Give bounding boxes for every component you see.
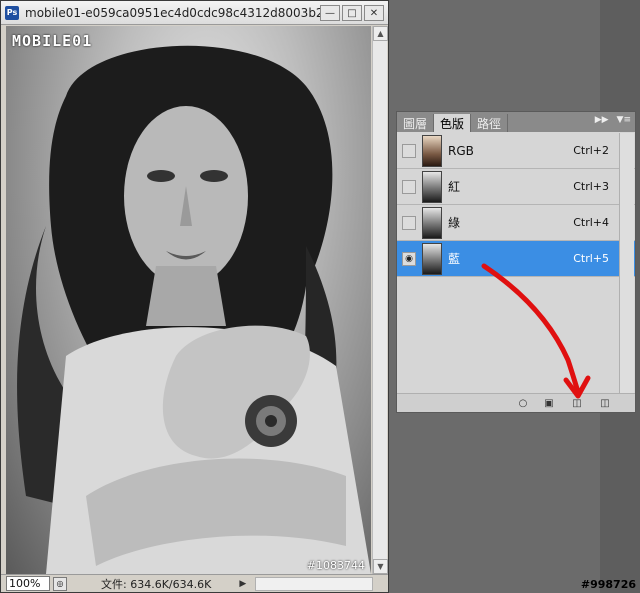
trash-icon: ◫	[600, 397, 610, 409]
corner-watermark: #998726	[580, 578, 636, 591]
close-icon: ✕	[369, 7, 379, 19]
scroll-down-button[interactable]: ▼	[373, 559, 388, 574]
arrow-down-icon: ▼	[377, 562, 384, 571]
channel-name: 紅	[448, 180, 461, 194]
scroll-up-button[interactable]: ▲	[373, 26, 388, 41]
document-size-info: 文件: 634.6K/634.6K	[101, 577, 212, 591]
document-titlebar[interactable]: Ps mobile01-e059ca0951ec4d0cdc98c4312d80…	[1, 1, 388, 25]
channel-shortcut: Ctrl+3	[573, 180, 609, 193]
maximize-icon: □	[347, 7, 357, 19]
delete-channel-button[interactable]: ◫	[599, 397, 611, 409]
channel-row-red[interactable]: 紅 Ctrl+3	[397, 169, 635, 205]
channel-thumbnail	[422, 242, 442, 275]
minimize-icon: —	[325, 7, 335, 19]
channel-thumbnail	[422, 170, 442, 203]
close-button[interactable]: ✕	[364, 5, 384, 21]
channels-panel: 圖層 色版 路徑 ▶▶ ▼≡ RGB Ctrl+2 紅 Ctrl+3 綠 Ctr…	[396, 111, 636, 413]
dotted-circle-icon: ○	[518, 397, 528, 409]
channel-row-green[interactable]: 綠 Ctrl+4	[397, 205, 635, 241]
portrait-illustration	[17, 45, 371, 574]
new-page-icon: ◫	[572, 397, 582, 409]
channel-name: RGB	[448, 143, 474, 158]
channel-thumbnail	[422, 206, 442, 239]
save-selection-as-channel-button[interactable]: ▣	[543, 397, 555, 409]
status-menu-arrow-icon[interactable]: ▶	[239, 579, 246, 589]
tab-paths[interactable]: 路徑	[471, 114, 509, 132]
channel-row-rgb[interactable]: RGB Ctrl+2	[397, 133, 635, 169]
arrow-up-icon: ▲	[377, 29, 384, 38]
minimize-button[interactable]: —	[320, 5, 340, 21]
tab-layers[interactable]: 圖層	[397, 114, 435, 132]
visibility-toggle[interactable]	[402, 179, 416, 194]
eye-icon: ◉	[405, 253, 413, 264]
panel-tab-bar: 圖層 色版 路徑 ▶▶ ▼≡	[397, 112, 635, 132]
channel-name: 藍	[448, 252, 461, 266]
visibility-toggle[interactable]: ◉	[402, 251, 416, 266]
panel-menu-icon[interactable]: ▼≡	[617, 115, 631, 125]
channel-shortcut: Ctrl+2	[573, 144, 609, 157]
status-info-button[interactable]: ◎	[53, 576, 67, 591]
channel-name: 綠	[448, 216, 461, 230]
document-vertical-scrollbar[interactable]: ▲ ▼	[372, 26, 388, 574]
canvas-image[interactable]: MOBILE01 #1083744	[6, 26, 371, 574]
visibility-toggle[interactable]	[402, 143, 416, 158]
channel-row-blue[interactable]: ◉ 藍 Ctrl+5	[397, 241, 635, 277]
mobile01-logo: MOBILE01	[12, 32, 93, 50]
panel-footer-toolbar: ○ ▣ ◫ ◫	[397, 393, 635, 412]
mask-icon: ▣	[544, 397, 554, 409]
document-horizontal-scrollbar[interactable]	[255, 577, 373, 591]
document-title: mobile01-e059ca0951ec4d0cdc98c4312d8003b…	[25, 5, 333, 20]
channel-shortcut: Ctrl+4	[573, 216, 609, 229]
collapse-panel-icon[interactable]: ▶▶	[595, 115, 609, 125]
load-channel-as-selection-button[interactable]: ○	[517, 397, 529, 409]
visibility-toggle[interactable]	[402, 215, 416, 230]
zoom-level-field[interactable]: 100%	[6, 576, 50, 591]
photoshop-icon: Ps	[5, 5, 19, 20]
image-watermark: #1083744	[306, 559, 365, 572]
document-window: Ps mobile01-e059ca0951ec4d0cdc98c4312d80…	[0, 0, 389, 593]
document-status-bar: 100% ◎ 文件: 634.6K/634.6K ▶	[1, 574, 388, 592]
maximize-button[interactable]: □	[342, 5, 362, 21]
create-new-channel-button[interactable]: ◫	[571, 397, 583, 409]
info-icon: ◎	[56, 579, 64, 588]
channel-shortcut: Ctrl+5	[573, 252, 609, 265]
tab-channels[interactable]: 色版	[434, 114, 472, 132]
panel-vertical-scrollbar[interactable]	[619, 133, 634, 403]
channel-thumbnail	[422, 134, 442, 167]
